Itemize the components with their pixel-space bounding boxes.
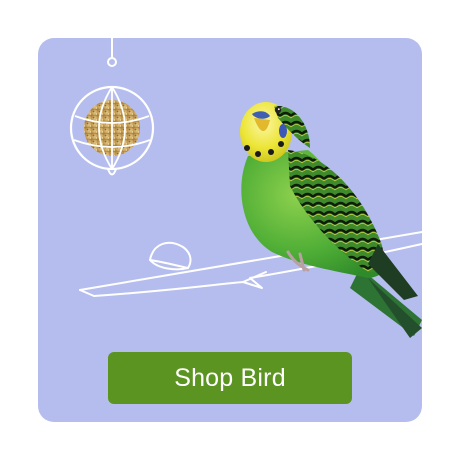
shop-bird-button[interactable]: Shop Bird <box>108 352 352 404</box>
shop-bird-tile[interactable]: Shop Bird <box>38 38 422 422</box>
